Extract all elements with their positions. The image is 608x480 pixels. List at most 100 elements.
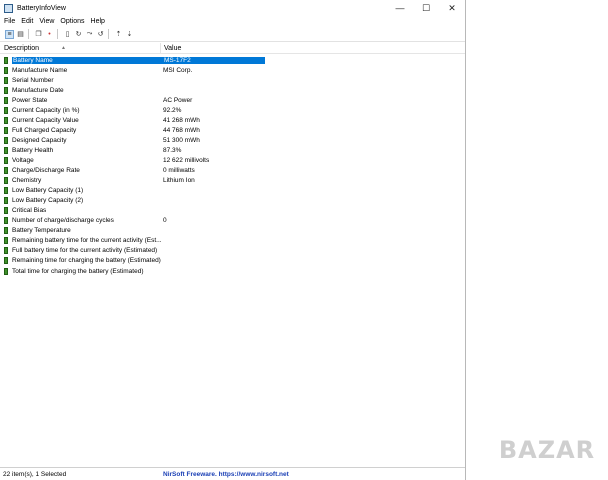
battery-log-icon[interactable]: ↻	[74, 30, 83, 39]
refresh-icon[interactable]: •	[45, 30, 54, 39]
row-value: 87.3%	[163, 146, 182, 154]
list-row[interactable]: Total time for charging the battery (Est…	[0, 266, 465, 276]
menu-help[interactable]: Help	[88, 18, 108, 25]
list-row[interactable]: Low Battery Capacity (1)	[0, 186, 465, 196]
row-description: Serial Number	[12, 76, 54, 84]
row-description: Battery Temperature	[12, 227, 71, 235]
row-description: Current Capacity (in %)	[12, 106, 80, 114]
maximize-button[interactable]: ☐	[413, 0, 439, 16]
row-description: Charge/Discharge Rate	[12, 167, 80, 175]
row-value: 92.2%	[163, 106, 182, 114]
row-description: Remaining time for charging the battery …	[12, 257, 161, 265]
sort-up-icon[interactable]: ⇡	[114, 30, 123, 39]
row-icon-cell	[0, 55, 12, 65]
column-header-value-label: Value	[164, 44, 182, 52]
row-icon-cell	[0, 216, 12, 226]
toolbar-separator	[57, 29, 58, 39]
row-icon-cell	[0, 135, 12, 145]
row-icon-cell	[0, 256, 12, 266]
row-value: MS-17F2	[163, 56, 265, 64]
row-icon-cell	[0, 176, 12, 186]
battery-icon	[4, 257, 8, 265]
row-description: Designed Capacity	[12, 136, 67, 144]
battery-icon	[4, 197, 8, 205]
title-bar[interactable]: BatteryInfoView — ☐ ✕	[0, 0, 465, 16]
battery-icon	[4, 177, 8, 185]
close-button[interactable]: ✕	[439, 0, 465, 16]
menu-view[interactable]: View	[36, 18, 57, 25]
column-header-value[interactable]: Value	[160, 43, 181, 53]
window-controls: — ☐ ✕	[387, 0, 465, 16]
row-icon-cell	[0, 95, 12, 105]
menu-edit[interactable]: Edit	[18, 18, 36, 25]
list-row[interactable]: Number of charge/discharge cycles 0	[0, 216, 465, 226]
list-row[interactable]: Battery Name MS-17F2	[0, 55, 465, 65]
menu-file[interactable]: File	[0, 18, 18, 25]
toolbar-separator	[108, 29, 109, 39]
row-value: 0 milliwatts	[163, 167, 195, 175]
list-row[interactable]: Current Capacity Value 41 268 mWh	[0, 115, 465, 125]
list-row[interactable]: Battery Health 87.3%	[0, 145, 465, 155]
battery-icon	[4, 247, 8, 255]
battery-icon	[4, 66, 8, 74]
row-icon-cell	[0, 75, 12, 85]
list-row[interactable]: Full Charged Capacity 44 768 mWh	[0, 125, 465, 135]
row-description: Critical Bias	[12, 207, 47, 215]
list-row[interactable]: Remaining battery time for the current a…	[0, 236, 465, 246]
list-row[interactable]: Critical Bias	[0, 206, 465, 216]
list-row[interactable]: Designed Capacity 51 300 mWh	[0, 135, 465, 145]
list-row[interactable]: Current Capacity (in %) 92.2%	[0, 105, 465, 115]
row-icon-cell	[0, 266, 12, 276]
minimize-button[interactable]: —	[387, 0, 413, 16]
battery-icon	[4, 146, 8, 154]
row-description: Full Charged Capacity	[12, 126, 77, 134]
menu-options[interactable]: Options	[57, 18, 87, 25]
status-bar: 22 item(s), 1 Selected NirSoft Freeware.…	[0, 467, 465, 480]
html-report-icon[interactable]: ▯	[63, 30, 72, 39]
battery-icon	[4, 167, 8, 175]
properties-icon[interactable]: ≡	[5, 29, 14, 39]
battery-icon	[4, 96, 8, 104]
list-row[interactable]: Voltage 12 622 millivolts	[0, 155, 465, 165]
app-window: BatteryInfoView — ☐ ✕ File Edit View Opt…	[0, 0, 466, 480]
list-row[interactable]: Chemistry Lithium Ion	[0, 176, 465, 186]
column-header-description[interactable]: Description ▲	[0, 45, 160, 52]
menu-bar: File Edit View Options Help	[0, 16, 465, 27]
list-row[interactable]: Remaining time for charging the battery …	[0, 256, 465, 266]
copy-icon[interactable]: ❐	[34, 30, 43, 39]
battery-icon	[4, 136, 8, 144]
battery-info-list: Battery Name MS-17F2 Manufacture Name MSI C…	[0, 55, 465, 276]
row-icon-cell	[0, 105, 12, 115]
list-row[interactable]: Manufacture Date	[0, 85, 465, 95]
list-row[interactable]: Full battery time for the current activi…	[0, 246, 465, 256]
list-row[interactable]: Manufacture Name MSI Corp.	[0, 65, 465, 75]
row-icon-cell	[0, 226, 12, 236]
row-value: Lithium Ion	[163, 177, 195, 185]
list-row[interactable]: Serial Number	[0, 75, 465, 85]
row-icon-cell	[0, 196, 12, 206]
row-description: Manufacture Date	[12, 86, 64, 94]
list-row[interactable]: Power State AC Power	[0, 95, 465, 105]
list-row[interactable]: Charge/Discharge Rate 0 milliwatts	[0, 166, 465, 176]
row-value: 51 300 mWh	[163, 136, 200, 144]
list-header: Description ▲ Value	[0, 43, 465, 54]
row-description: Power State	[12, 96, 48, 104]
save-icon[interactable]: ▤	[16, 30, 25, 39]
row-icon-cell	[0, 166, 12, 176]
battery-icon	[4, 267, 8, 275]
nirsoft-link[interactable]: NirSoft Freeware. https://www.nirsoft.ne…	[163, 471, 289, 478]
row-icon-cell	[0, 125, 12, 135]
battery-icon	[4, 237, 8, 245]
sort-ascending-icon: ▲	[61, 45, 66, 51]
info-icon[interactable]: ⤳	[85, 30, 94, 39]
battery-icon	[4, 156, 8, 164]
row-icon-cell	[0, 246, 12, 256]
row-value: 12 622 millivolts	[163, 156, 210, 164]
exit-icon[interactable]: ↺	[96, 30, 105, 39]
list-row[interactable]: Battery Temperature	[0, 226, 465, 236]
row-description: Battery Health	[12, 146, 54, 154]
column-header-description-label: Description	[4, 44, 40, 52]
row-value: 44 768 mWh	[163, 126, 200, 134]
list-row[interactable]: Low Battery Capacity (2)	[0, 196, 465, 206]
sort-down-icon[interactable]: ⇣	[125, 30, 134, 39]
